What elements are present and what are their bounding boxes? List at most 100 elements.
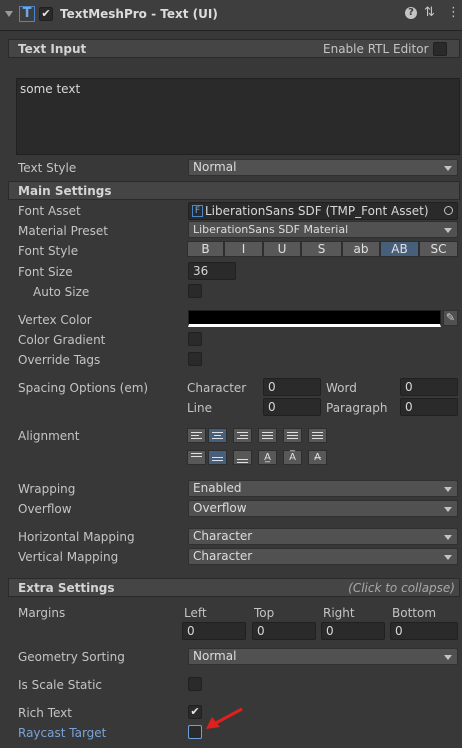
color-gradient-label: Color Gradient [18, 333, 106, 347]
align-left-icon[interactable] [187, 428, 206, 443]
align-midline-icon[interactable]: A̅ [283, 450, 302, 465]
material-preset-value: LiberationSans SDF Material [193, 223, 349, 236]
font-style-strikethrough-button[interactable]: S [301, 241, 342, 257]
text-component-icon: T [19, 6, 35, 22]
main-settings-title: Main Settings [18, 184, 112, 198]
align-flush-icon[interactable] [283, 428, 302, 443]
font-size-value: 36 [193, 264, 209, 278]
font-asset-value: LiberationSans SDF (TMP_Font Asset) [205, 204, 429, 218]
align-top-icon[interactable] [187, 450, 206, 465]
geometry-sorting-dropdown[interactable]: Normal [188, 648, 458, 665]
eyedropper-icon[interactable]: ✎ [443, 310, 458, 326]
vertical-mapping-dropdown[interactable]: Character [188, 548, 458, 565]
font-style-lowercase-button[interactable]: ab [342, 241, 380, 257]
is-scale-static-label: Is Scale Static [18, 678, 103, 692]
main-settings-section-header[interactable]: Main Settings [8, 181, 460, 200]
font-asset-label: Font Asset [18, 204, 81, 218]
rich-text-label: Rich Text [18, 706, 72, 720]
margin-top-value: 0 [257, 624, 265, 638]
geometry-sorting-label: Geometry Sorting [18, 650, 125, 664]
spacing-options-label: Spacing Options (em) [18, 381, 149, 395]
margin-right-field[interactable]: 0 [321, 622, 385, 640]
margin-bottom-label: Bottom [392, 606, 437, 620]
margin-top-field[interactable]: 0 [252, 622, 316, 640]
presets-icon[interactable]: ⇅ [424, 5, 435, 20]
vertical-mapping-label: Vertical Mapping [18, 550, 119, 564]
enable-checkbox[interactable]: ✔ [39, 7, 53, 21]
margin-top-label: Top [254, 606, 275, 620]
wrapping-label: Wrapping [18, 482, 76, 496]
font-asset-field[interactable]: F LiberationSans SDF (TMP_Font Asset) [188, 202, 458, 220]
vertex-color-label: Vertex Color [18, 313, 92, 327]
align-baseline-icon[interactable]: A̲ [258, 450, 277, 465]
chevron-down-icon [444, 555, 452, 560]
font-style-uppercase-button[interactable]: AB [380, 241, 419, 257]
color-gradient-checkbox[interactable] [188, 332, 202, 346]
line-spacing-label: Line [187, 401, 213, 415]
align-justified-icon[interactable] [258, 428, 277, 443]
extra-settings-section-header[interactable]: Extra Settings (Click to collapse) [8, 578, 460, 597]
paragraph-spacing-field[interactable]: 0 [400, 398, 458, 416]
word-spacing-field[interactable]: 0 [400, 378, 458, 396]
horizontal-mapping-dropdown[interactable]: Character [188, 528, 458, 545]
rtl-editor-label: Enable RTL Editor [323, 42, 429, 56]
chevron-down-icon [444, 655, 452, 660]
align-bottom-icon[interactable] [233, 450, 252, 465]
align-right-icon[interactable] [233, 428, 252, 443]
horizontal-mapping-label: Horizontal Mapping [18, 530, 135, 544]
margin-bottom-field[interactable]: 0 [390, 622, 458, 640]
line-spacing-field[interactable]: 0 [263, 398, 321, 416]
vertex-color-swatch[interactable] [188, 310, 441, 327]
rtl-editor-checkbox[interactable] [433, 42, 447, 56]
wrapping-dropdown[interactable]: Enabled [188, 480, 458, 497]
character-spacing-value: 0 [268, 380, 276, 394]
font-style-bold-button[interactable]: B [187, 241, 224, 257]
align-center-icon[interactable] [208, 428, 227, 443]
margin-left-value: 0 [187, 624, 195, 638]
chevron-down-icon [444, 166, 452, 171]
text-input-title: Text Input [18, 42, 87, 56]
align-geometry-center-icon[interactable] [308, 428, 327, 443]
word-spacing-value: 0 [405, 380, 413, 394]
is-scale-static-checkbox[interactable] [188, 677, 202, 691]
vertical-mapping-value: Character [193, 549, 253, 563]
foldout-arrow-icon[interactable] [5, 11, 13, 17]
font-style-italic-button[interactable]: I [224, 241, 263, 257]
text-style-label: Text Style [18, 161, 77, 175]
horizontal-mapping-value: Character [193, 529, 253, 543]
text-style-value: Normal [193, 160, 237, 174]
font-style-smallcaps-button[interactable]: SC [419, 241, 458, 257]
raycast-target-label: Raycast Target [18, 726, 107, 740]
text-input-area[interactable]: some text [16, 78, 460, 155]
character-spacing-label: Character [187, 381, 247, 395]
align-capline-icon[interactable]: A̶ [308, 450, 327, 465]
character-spacing-field[interactable]: 0 [263, 378, 321, 396]
object-picker-icon[interactable] [444, 206, 453, 215]
margin-left-label: Left [184, 606, 207, 620]
align-middle-icon[interactable] [208, 450, 227, 465]
font-size-field[interactable]: 36 [188, 262, 236, 280]
help-icon[interactable]: ? [405, 7, 417, 19]
font-style-underline-button[interactable]: U [263, 241, 301, 257]
text-style-dropdown[interactable]: Normal [188, 159, 458, 176]
geometry-sorting-value: Normal [193, 649, 237, 663]
paragraph-spacing-value: 0 [405, 400, 413, 414]
extra-settings-title: Extra Settings [18, 581, 115, 595]
override-tags-checkbox[interactable] [188, 352, 202, 366]
margins-label: Margins [18, 606, 66, 620]
context-menu-icon[interactable]: ⋮ [447, 5, 460, 20]
collapse-hint[interactable]: (Click to collapse) [348, 581, 455, 595]
margin-left-field[interactable]: 0 [182, 622, 246, 640]
margin-bottom-value: 0 [395, 624, 403, 638]
chevron-down-icon [444, 228, 452, 233]
font-asset-icon: F [192, 205, 203, 217]
material-preset-dropdown[interactable]: LiberationSans SDF Material [188, 221, 458, 238]
overflow-dropdown[interactable]: Overflow [188, 500, 458, 517]
auto-size-checkbox[interactable] [188, 284, 202, 298]
component-title: TextMeshPro - Text (UI) [60, 7, 218, 21]
margin-right-label: Right [323, 606, 355, 620]
chevron-down-icon [444, 507, 452, 512]
component-header: T ✔ TextMeshPro - Text (UI) ? ⇅ ⋮ [0, 0, 462, 31]
auto-size-label: Auto Size [33, 285, 90, 299]
line-spacing-value: 0 [268, 400, 276, 414]
